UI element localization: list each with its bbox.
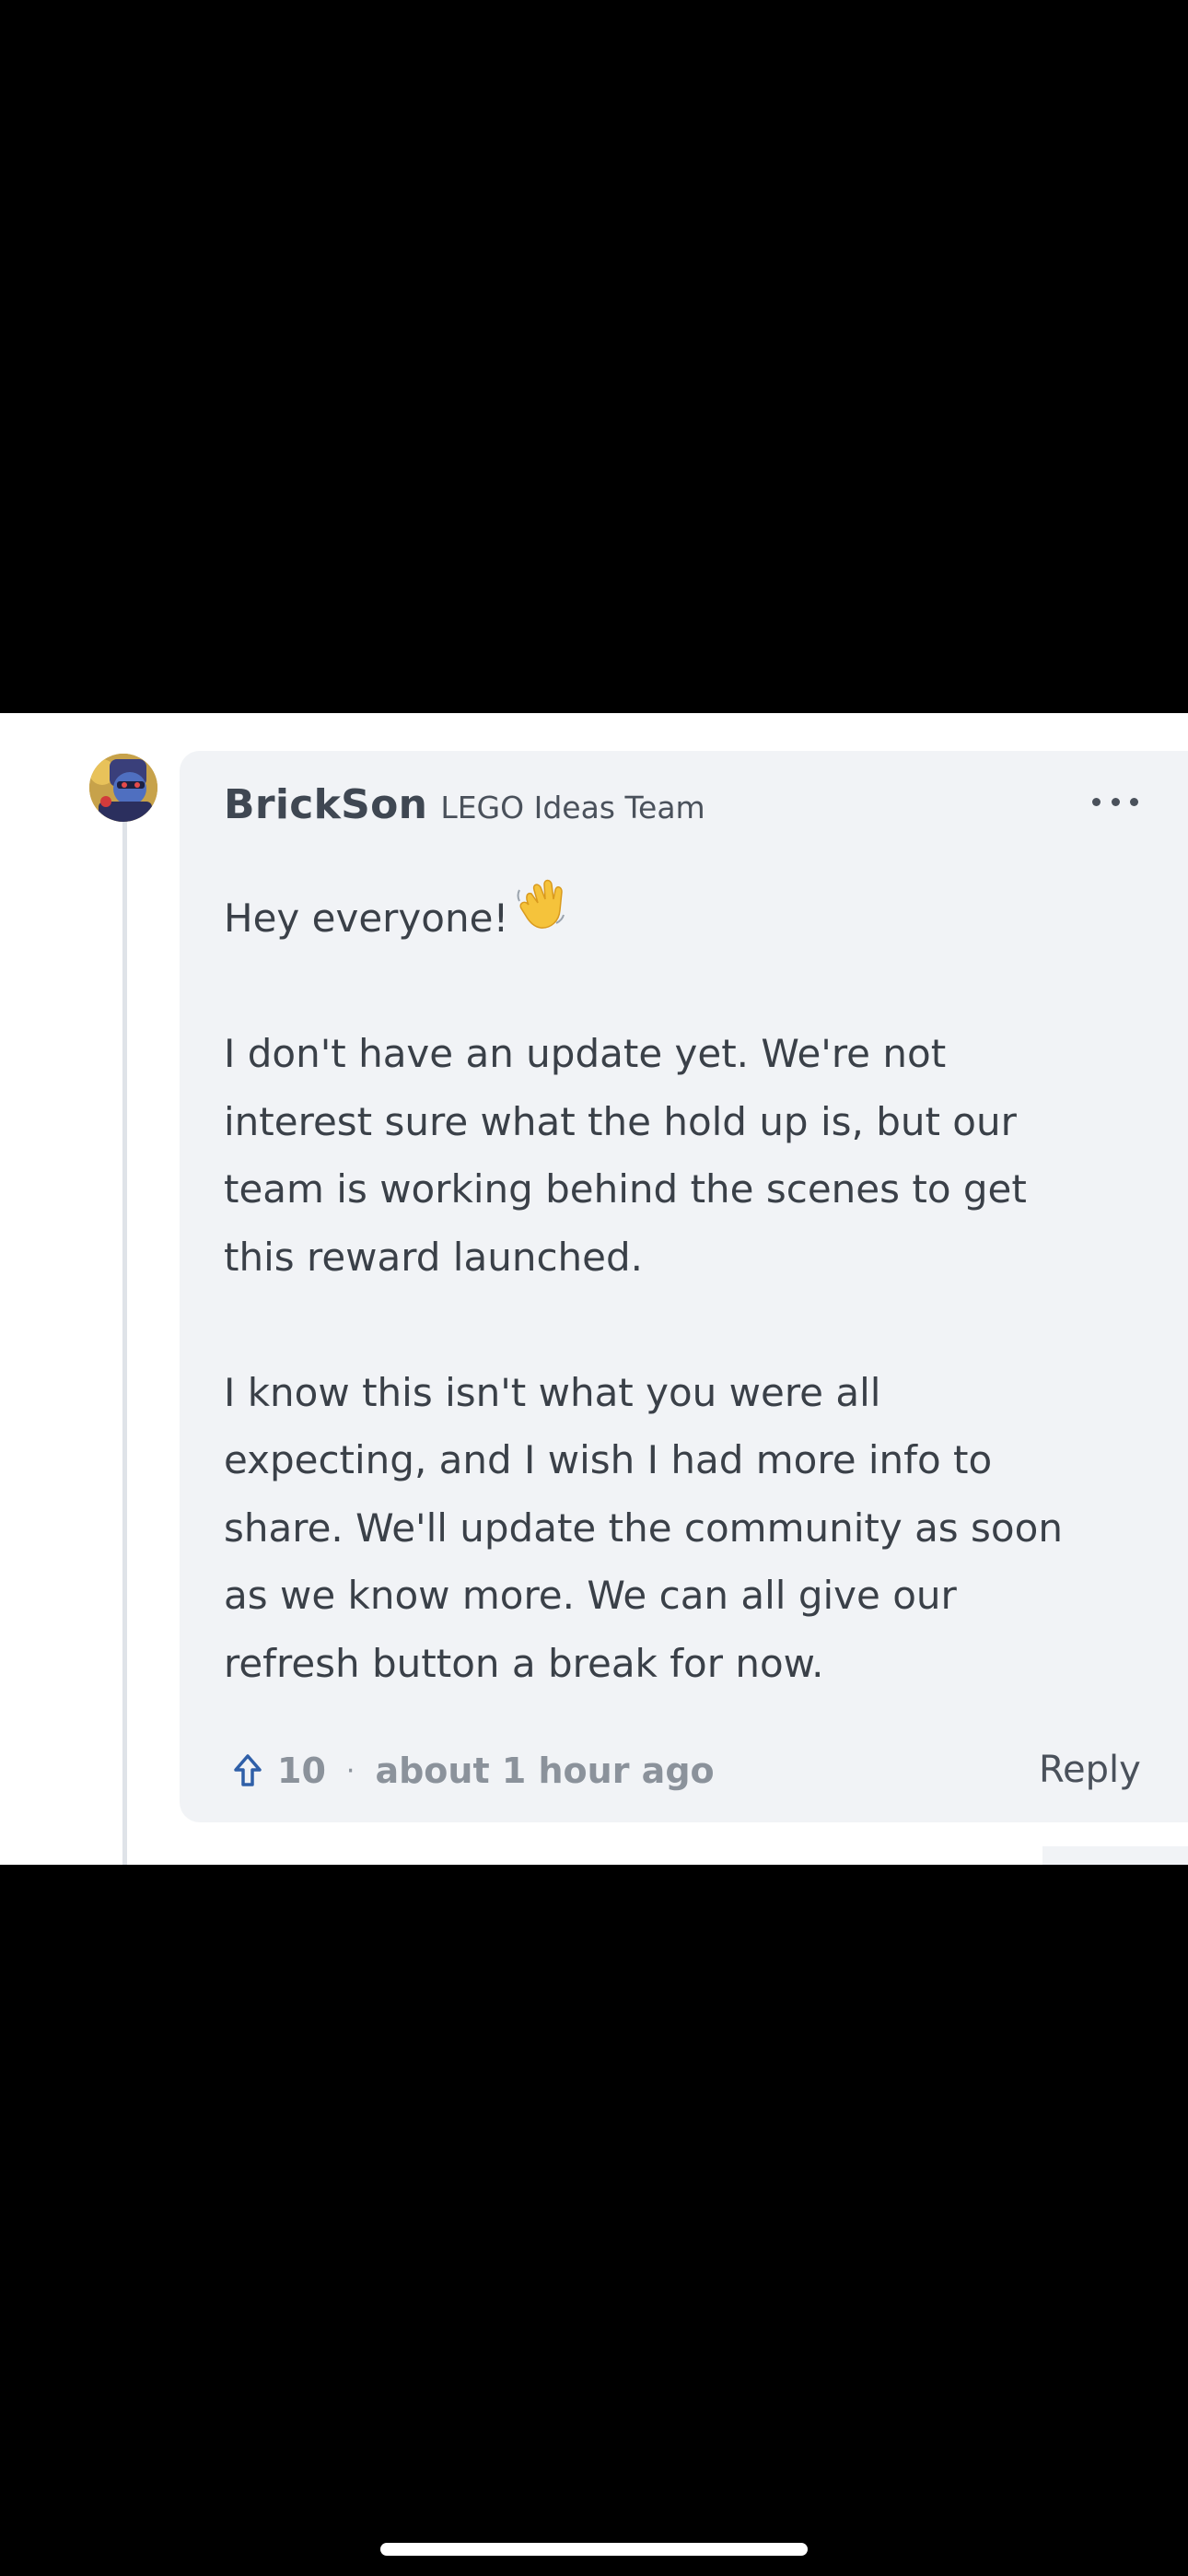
thread-line xyxy=(122,811,127,1865)
screen: BrickSon LEGO Ideas Team Hey everyone! I… xyxy=(0,0,1188,2576)
reply-button[interactable]: Reply xyxy=(1039,1749,1141,1791)
more-dot xyxy=(1130,797,1138,806)
body-line: as we know more. We can all give our xyxy=(224,1573,957,1618)
arrow-up-outline-icon xyxy=(234,1754,262,1786)
body-line: refresh button a break for now. xyxy=(224,1640,824,1686)
body-line: team is working behind the scenes to get xyxy=(224,1166,1027,1212)
body-line: I don't have an update yet. We're not xyxy=(224,1031,947,1076)
more-dot xyxy=(1111,797,1120,806)
card-edge xyxy=(1042,1846,1188,1865)
upvote-button[interactable]: 10 xyxy=(233,1751,326,1791)
body-line: interest sure what the hold up is, but o… xyxy=(224,1098,1017,1144)
waving-hand-icon xyxy=(516,877,565,952)
more-options-icon[interactable] xyxy=(1092,788,1138,815)
body-line: share. We'll update the community as soo… xyxy=(224,1505,1063,1551)
greeting-text: Hey everyone! xyxy=(224,896,509,941)
comment-header: BrickSon LEGO Ideas Team xyxy=(224,781,705,828)
comment-paragraph-1: I don't have an update yet. We're not in… xyxy=(224,1020,1154,1291)
comment-body: Hey everyone! I don't have an update yet… xyxy=(224,880,1154,1765)
timestamp[interactable]: about 1 hour ago xyxy=(375,1751,714,1791)
body-line: I know this isn't what you were all xyxy=(224,1369,881,1415)
greeting: Hey everyone! xyxy=(224,880,1154,953)
comment-paragraph-2: I know this isn't what you were all expe… xyxy=(224,1359,1154,1698)
upvote-count: 10 xyxy=(277,1751,326,1791)
author-role-badge: LEGO Ideas Team xyxy=(440,790,705,825)
body-line: expecting, and I wish I had more info to xyxy=(224,1437,993,1482)
more-dot xyxy=(1092,797,1101,806)
author-name[interactable]: BrickSon xyxy=(224,781,427,828)
separator-dot: · xyxy=(345,1754,355,1787)
comment-footer: 10 · about 1 hour ago xyxy=(233,1751,715,1791)
home-indicator[interactable] xyxy=(380,2543,808,2556)
avatar[interactable] xyxy=(89,754,157,822)
body-line: this reward launched. xyxy=(224,1234,644,1280)
